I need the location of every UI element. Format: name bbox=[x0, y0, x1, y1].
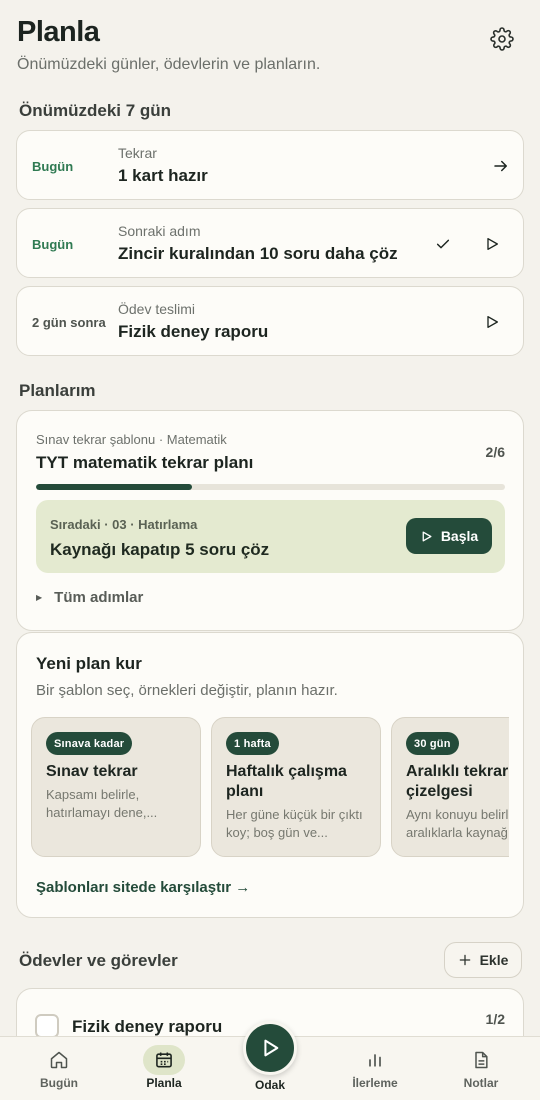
template-description: Aynı konuyu belirli aralıklarla kaynağı.… bbox=[406, 807, 509, 840]
add-task-label: Ekle bbox=[479, 952, 509, 968]
upcoming-item[interactable]: Bugün Sonraki adım Zincir kuralından 10 … bbox=[16, 208, 524, 278]
template-title: Aralıklı tekrar çizelgesi bbox=[406, 763, 509, 800]
new-plan-title: Yeni plan kur bbox=[36, 654, 142, 673]
upcoming-item[interactable]: 2 gün sonra Ödev teslimi Fizik deney rap… bbox=[16, 286, 524, 356]
upcoming-title: Zincir kuralından 10 soru daha çöz bbox=[118, 244, 398, 263]
settings-button[interactable] bbox=[488, 25, 516, 53]
template-card[interactable]: 30 gün Aralıklı tekrar çizelgesi Aynı ko… bbox=[391, 717, 509, 857]
compare-templates-link[interactable]: Şablonları sitede karşılaştır → bbox=[36, 879, 250, 896]
task-count: 1/2 bbox=[485, 1011, 505, 1027]
task-title: Fizik deney raporu bbox=[72, 1017, 223, 1036]
play-icon bbox=[487, 316, 498, 328]
template-card[interactable]: Sınava kadar Sınav tekrar Kapsamı belirl… bbox=[31, 717, 201, 857]
nav-item-bugun[interactable]: Bugün bbox=[14, 1037, 104, 1100]
upcoming-when: 2 gün sonra bbox=[32, 314, 106, 330]
template-description: Kapsamı belirle, hatırlamayı dene,... bbox=[46, 787, 158, 820]
check-icon bbox=[436, 239, 450, 249]
bar-chart-icon bbox=[369, 1054, 381, 1067]
next-step-box: Sıradaki · 03 · Hatırlama Kaynağı kapatı… bbox=[36, 500, 505, 573]
template-card[interactable]: 1 hafta Haftalık çalışma planı Her güne … bbox=[211, 717, 381, 857]
plan-progress-fill bbox=[36, 484, 193, 490]
template-badge: Sınava kadar bbox=[46, 732, 133, 755]
task-checkbox[interactable] bbox=[35, 1014, 59, 1038]
calendar-icon bbox=[156, 1052, 172, 1068]
play-icon bbox=[422, 531, 432, 541]
nav-label: İlerleme bbox=[352, 1076, 398, 1090]
upcoming-kicker: Tekrar bbox=[118, 145, 157, 161]
upcoming-kicker: Sonraki adım bbox=[118, 223, 201, 239]
play-icon bbox=[264, 1039, 279, 1057]
plus-icon bbox=[459, 954, 470, 966]
start-button[interactable] bbox=[480, 310, 504, 334]
plan-kicker: Sınav tekrar şablonu · Matematik bbox=[36, 432, 227, 447]
planla-screen: Planla Önümüzdeki günler, ödevlerin ve p… bbox=[0, 0, 540, 1100]
upcoming-title: Fizik deney raporu bbox=[118, 322, 269, 341]
page-title: Planla bbox=[17, 16, 100, 48]
new-plan-subtitle: Bir şablon seç, örnekleri değiştir, plan… bbox=[36, 682, 338, 699]
template-title: Haftalık çalışma planı bbox=[226, 763, 347, 800]
template-title: Sınav tekrar bbox=[46, 763, 138, 780]
new-plan-card: Yeni plan kur Bir şablon seç, örnekleri … bbox=[16, 632, 524, 918]
nav-label: Planla bbox=[146, 1076, 182, 1090]
upcoming-when: Bugün bbox=[32, 158, 74, 174]
next-step-kicker: Sıradaki · 03 · Hatırlama bbox=[50, 517, 198, 532]
upcoming-section-title: Önümüzdeki 7 gün bbox=[19, 101, 172, 120]
upcoming-item[interactable]: Bugün Tekrar 1 kart hazır bbox=[16, 130, 524, 200]
focus-label: Odak bbox=[254, 1078, 285, 1092]
gear-icon bbox=[490, 27, 514, 51]
upcoming-kicker: Ödev teslimi bbox=[118, 301, 196, 317]
nav-label: Bugün bbox=[40, 1076, 78, 1090]
plan-step-count: 2/6 bbox=[485, 444, 505, 460]
add-task-button[interactable]: Ekle bbox=[444, 942, 522, 978]
start-step-label: Başla bbox=[440, 528, 479, 544]
start-button[interactable] bbox=[480, 232, 504, 256]
all-steps-label: Tüm adımlar bbox=[54, 589, 144, 606]
template-description: Her güne küçük bir çıktı koy; boş gün ve… bbox=[226, 807, 363, 840]
next-step-title: Kaynağı kapatıp 5 soru çöz bbox=[50, 540, 270, 559]
home-icon bbox=[50, 1051, 68, 1069]
tasks-section-title: Ödevler ve görevler bbox=[19, 951, 178, 970]
start-step-button[interactable]: Başla bbox=[406, 518, 492, 554]
all-steps-toggle[interactable]: ▶ Tüm adımlar bbox=[36, 589, 143, 606]
triangle-right-icon: ▶ bbox=[36, 593, 43, 602]
upcoming-when: Bugün bbox=[32, 236, 74, 252]
plan-card[interactable]: Sınav tekrar şablonu · Matematik TYT mat… bbox=[16, 410, 524, 631]
nav-item-planla[interactable]: Planla bbox=[119, 1037, 209, 1100]
page-subtitle: Önümüzdeki günler, ödevlerin ve planları… bbox=[17, 56, 321, 73]
play-icon bbox=[487, 238, 498, 250]
nav-item-notlar[interactable]: Notlar bbox=[436, 1037, 526, 1100]
plans-section-title: Planlarım bbox=[19, 381, 96, 400]
plan-title: TYT matematik tekrar planı bbox=[36, 453, 254, 472]
nav-label: Notlar bbox=[463, 1076, 499, 1090]
template-carousel[interactable]: Sınava kadar Sınav tekrar Kapsamı belirl… bbox=[31, 717, 509, 859]
arrow-right-icon bbox=[494, 160, 507, 172]
focus-play-button[interactable] bbox=[243, 1021, 297, 1075]
template-badge: 30 gün bbox=[406, 732, 459, 755]
mark-done-button[interactable] bbox=[431, 232, 455, 256]
upcoming-title: 1 kart hazır bbox=[118, 166, 208, 185]
notes-icon bbox=[475, 1051, 488, 1069]
plan-progress-bar bbox=[36, 484, 505, 490]
nav-item-ilerleme[interactable]: İlerleme bbox=[330, 1037, 420, 1100]
open-button[interactable] bbox=[489, 154, 513, 178]
template-badge: 1 hafta bbox=[226, 732, 279, 755]
